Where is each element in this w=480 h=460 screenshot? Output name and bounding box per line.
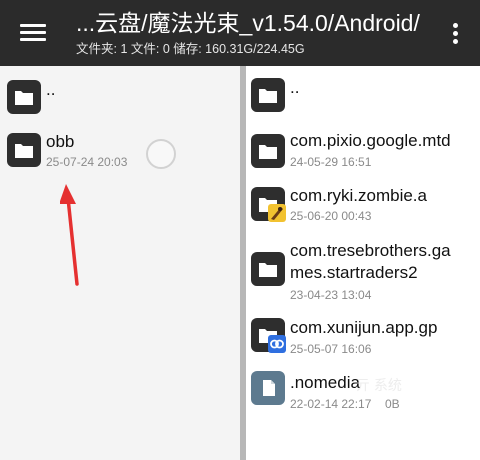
folder-icon [7, 80, 41, 114]
file-date: 25-05-07 16:06 [290, 342, 372, 356]
file-name: com.pixio.google.mtd [290, 131, 451, 150]
list-item-com-xunijun[interactable]: com.xunijun.app.gp 25-05-07 16:06 [246, 306, 480, 364]
more-options-icon[interactable] [449, 21, 461, 45]
menu-icon[interactable] [20, 22, 46, 44]
file-name: obb [46, 132, 75, 151]
file-icon [251, 371, 285, 405]
file-date: 25-06-20 00:43 [290, 209, 372, 223]
file-name: .nomedia [290, 373, 360, 392]
storage-summary: 文件夹: 1 文件: 0 储存: 160.31G/224.45G [76, 42, 305, 56]
file-date: 25-07-24 20:03 [46, 155, 128, 169]
list-item-com-ryki[interactable]: com.ryki.zombie.a 25-06-20 00:43 [246, 182, 480, 240]
list-item-com-pixio[interactable]: com.pixio.google.mtd 24-05-29 16:51 [246, 124, 480, 182]
list-item-parent-dir[interactable]: .. [0, 66, 240, 128]
list-item-obb[interactable]: obb 25-07-24 20:03 [0, 128, 240, 188]
top-app-bar: ...云盘/魔法光束_v1.54.0/Android/ 文件夹: 1 文件: 0… [0, 0, 480, 66]
folder-icon [251, 252, 285, 286]
folder-icon [251, 78, 285, 112]
folder-icon [251, 134, 285, 168]
file-date: 24-05-29 16:51 [290, 155, 372, 169]
file-name: .. [290, 78, 300, 97]
file-name: com.ryki.zombie.a [290, 186, 427, 205]
file-name-line-1: com.tresebrothers.ga [290, 241, 451, 260]
file-name-line-2: mes.startraders2 [290, 263, 418, 282]
loading-spinner-icon [146, 139, 176, 169]
red-arrow-annotation-icon [60, 184, 79, 286]
watermark-text: 亓 系统 [356, 377, 402, 393]
file-name: .. [46, 80, 56, 99]
right-file-pane: .. com.pixio.google.mtd 24-05-29 16:51 c… [246, 66, 480, 460]
list-item-parent-dir[interactable]: .. [246, 66, 480, 124]
folder-icon [7, 133, 41, 167]
current-path-title: ...云盘/魔法光束_v1.54.0/Android/ [76, 10, 420, 36]
file-date: 23-04-23 13:04 [290, 288, 372, 302]
file-name: com.xunijun.app.gp [290, 318, 438, 337]
left-file-pane: .. obb 25-07-24 20:03 [0, 66, 240, 460]
file-size: 0B [385, 397, 400, 411]
link-app-icon [268, 335, 286, 353]
zombie-app-icon [268, 204, 286, 222]
list-item-com-tresebrothers[interactable]: com.tresebrothers.ga mes.startraders2 23… [246, 240, 480, 306]
file-date: 22-02-14 22:17 [290, 397, 372, 411]
